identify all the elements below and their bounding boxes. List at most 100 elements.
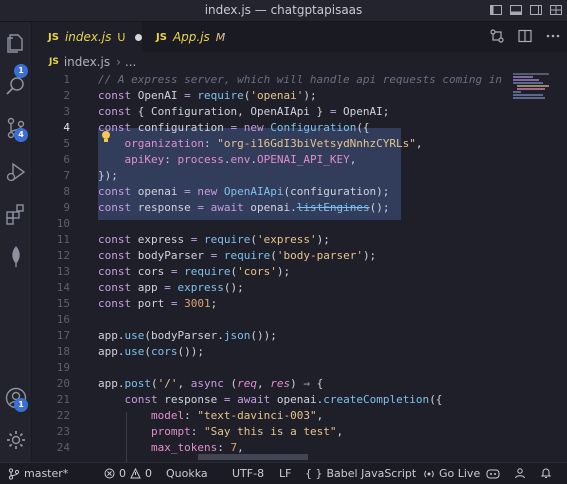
code-text[interactable]: prompt: "Say this is a test",: [98, 424, 343, 440]
code-token: async: [190, 377, 224, 390]
tab-git-status: M: [215, 30, 226, 44]
code-text[interactable]: app.use(bodyParser.json());: [98, 328, 277, 344]
code-line[interactable]: 16: [32, 312, 567, 328]
code-line[interactable]: 19: [32, 360, 567, 376]
code-token: 'body-parser': [276, 249, 363, 262]
language-label: Babel JavaScript: [326, 467, 417, 480]
mongodb-leaf-icon[interactable]: [4, 244, 28, 268]
code-text[interactable]: apiKey: process.env.OPENAI_API_KEY,: [98, 152, 357, 168]
explorer-icon[interactable]: [4, 32, 28, 56]
code-line[interactable]: 5 organization: "org-i16GdI3biVetsydNnhz…: [32, 136, 567, 152]
code-token: prompt: [150, 425, 191, 438]
code-line[interactable]: 2 const OpenAI = require('openai');: [32, 88, 567, 104]
code-line[interactable]: 20 app.post('/', async (req, res) ⇒ {: [32, 376, 567, 392]
error-count: 0: [119, 467, 126, 480]
breadcrumb-symbol[interactable]: ...: [125, 55, 136, 69]
minimap[interactable]: [513, 72, 557, 102]
more-actions-icon[interactable]: [545, 28, 561, 44]
breadcrumb[interactable]: JS index.js › ...: [32, 52, 567, 72]
run-debug-icon[interactable]: [4, 160, 28, 184]
horizontal-scrollbar[interactable]: [198, 454, 308, 460]
code-line[interactable]: 8 const openai = new OpenAIApi(configurat…: [32, 184, 567, 200]
code-line[interactable]: 4 const configuration = new Configuration…: [32, 120, 567, 136]
code-text[interactable]: model: "text-davinci-003",: [98, 408, 323, 424]
toggle-secondary-sidebar-icon[interactable]: [529, 3, 543, 17]
quokka-status[interactable]: Quokka: [166, 467, 208, 480]
git-branch-icon: [8, 467, 20, 480]
code-token: createCompletion: [323, 393, 430, 406]
code-line[interactable]: 12 const bodyParser = require('body-parse…: [32, 248, 567, 264]
code-text[interactable]: organization: "org-i16GdI3biVetsydNnhzCY…: [98, 136, 423, 152]
tab-app-js[interactable]: JS App.js M: [142, 22, 238, 52]
customize-layout-icon[interactable]: [549, 3, 563, 17]
code-line[interactable]: 15 const port = 3001;: [32, 296, 567, 312]
encoding-status[interactable]: UTF-8: [232, 467, 264, 480]
code-line[interactable]: 11 const express = require('express');: [32, 232, 567, 248]
code-text[interactable]: const bodyParser = require('body-parser'…: [98, 248, 376, 264]
code-text[interactable]: const OpenAI = require('openai');: [98, 88, 317, 104]
eol-status[interactable]: LF: [279, 467, 291, 480]
code-text[interactable]: const response = await openai.listEngine…: [98, 200, 389, 216]
code-text[interactable]: const app = express();: [98, 280, 244, 296]
problems-status[interactable]: 0 0: [104, 467, 152, 480]
code-line[interactable]: 10: [32, 216, 567, 232]
line-number: 14: [56, 281, 70, 294]
code-editor[interactable]: 1 // A express server, which will handle …: [32, 72, 567, 462]
line-number: 15: [56, 297, 70, 310]
code-line[interactable]: 13 const cors = require('cors');: [32, 264, 567, 280]
js-file-icon: JS: [156, 31, 167, 43]
extensions-icon[interactable]: [4, 202, 28, 226]
language-status[interactable]: { } Babel JavaScript: [305, 467, 416, 480]
code-text[interactable]: // A express server, which will handle a…: [98, 72, 502, 88]
code-token: bodyParser: [131, 249, 211, 262]
code-text[interactable]: const express = require('express');: [98, 232, 330, 248]
line-number: 10: [56, 217, 70, 230]
code-token: ({: [429, 393, 443, 406]
breadcrumb-file[interactable]: index.js: [64, 55, 110, 69]
code-line[interactable]: 9 const response = await openai.listEngin…: [32, 200, 567, 216]
code-token: const: [98, 233, 132, 246]
toggle-panel-icon[interactable]: [509, 3, 523, 17]
line-number: 20: [56, 377, 70, 390]
line-number: 22: [56, 409, 70, 422]
code-token: ,: [336, 425, 344, 438]
lightbulb-icon[interactable]: [100, 130, 112, 144]
code-text[interactable]: const { Configuration, OpenAIApi } = Ope…: [98, 104, 389, 120]
code-line[interactable]: 23 prompt: "Say this is a test",: [32, 424, 567, 440]
code-line[interactable]: 14 const app = express();: [32, 280, 567, 296]
code-line[interactable]: 3 const { Configuration, OpenAIApi } = Op…: [32, 104, 567, 120]
code-line[interactable]: 1 // A express server, which will handle …: [32, 72, 567, 88]
settings-gear-icon[interactable]: [4, 428, 28, 452]
compare-changes-icon[interactable]: [489, 28, 505, 44]
copilot-icon[interactable]: [486, 467, 500, 479]
code-line[interactable]: 21 const response = await openai.createC…: [32, 392, 567, 408]
code-token: ,: [316, 409, 324, 422]
toggle-sidebar-icon[interactable]: [489, 3, 503, 17]
code-line[interactable]: 18 app.use(cors());: [32, 344, 567, 360]
code-line[interactable]: 7});: [32, 168, 567, 184]
code-text[interactable]: app.post('/', async (req, res) ⇒ {: [98, 376, 323, 392]
branch-status[interactable]: master*: [8, 467, 68, 480]
code-line[interactable]: 22 model: "text-davinci-003",: [32, 408, 567, 424]
go-live-button[interactable]: Go Live: [423, 467, 480, 480]
code-line[interactable]: 17 app.use(bodyParser.json());: [32, 328, 567, 344]
notifications-bell-icon[interactable]: [540, 467, 552, 479]
accounts-status-icon[interactable]: [514, 467, 526, 479]
code-text[interactable]: });: [98, 168, 118, 184]
code-text[interactable]: app.use(cors());: [98, 344, 204, 360]
code-text[interactable]: const configuration = new Configuration(…: [98, 120, 370, 136]
code-token: listEngines: [296, 201, 370, 214]
split-editor-icon[interactable]: [517, 28, 533, 44]
code-token: max_tokens: [150, 441, 218, 454]
code-text[interactable]: const cors = require('cors');: [98, 264, 290, 280]
code-text[interactable]: const port = 3001;: [98, 296, 217, 312]
code-line[interactable]: 6 apiKey: process.env.OPENAI_API_KEY,: [32, 152, 567, 168]
search-icon[interactable]: [4, 74, 28, 98]
code-text[interactable]: const openai = new OpenAIApi(configurati…: [98, 184, 389, 200]
tab-index-js[interactable]: JS index.js U: [32, 22, 142, 52]
code-text[interactable]: const response = await openai.createComp…: [98, 392, 443, 408]
